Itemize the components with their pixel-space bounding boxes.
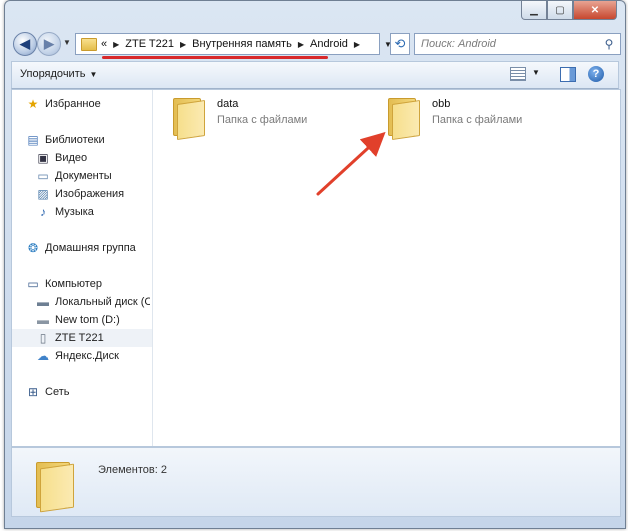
breadcrumb-item-device[interactable]: ZTE T221 [125,38,174,50]
address-bar[interactable]: « ▶ ZTE T221 ▶ Внутренняя память ▶ Andro… [75,33,380,55]
close-icon: ✕ [590,4,600,16]
item-count: Элементов: 2 [98,464,167,476]
refresh-button[interactable]: ⟲ [390,33,410,55]
sidebar-item-label: Видео [55,152,88,164]
sidebar-item-local-disk-c[interactable]: ▬ Локальный диск (C [36,293,150,311]
chevron-right-icon[interactable]: ▶ [354,40,360,49]
libraries-icon: ▤ [27,133,39,147]
explorer-window: ▁ ▢ ✕ ◀ ▶ ▼ « ▶ ZTE T221 ▶ Внутренняя па… [4,0,626,529]
address-highlight-underline [102,56,328,59]
minimize-icon: ▁ [530,4,538,16]
view-options-dropdown[interactable]: ▼ [532,68,540,77]
chevron-right-icon[interactable]: ▶ [113,40,119,49]
search-icon[interactable]: ⚲ [601,36,617,52]
refresh-icon: ⟲ [394,36,406,51]
chevron-right-icon[interactable]: ▶ [180,40,186,49]
folder-icon [386,96,420,140]
pictures-icon: ▨ [37,187,49,201]
chevron-right-icon[interactable]: ▶ [298,40,304,49]
navigation-bar: ◀ ▶ ▼ « ▶ ZTE T221 ▶ Внутренняя память ▶… [11,31,621,57]
sidebar-item-network[interactable]: ⊞ Сеть [26,383,150,401]
file-item-data[interactable]: data Папка с файлами [171,96,307,146]
network-icon: ⊞ [27,385,39,399]
sidebar-item-label: Компьютер [45,278,102,290]
folder-icon [171,96,205,140]
back-button[interactable]: ◀ [13,32,37,56]
sidebar-item-libraries[interactable]: ▤ Библиотеки [26,131,150,149]
file-type: Папка с файлами [432,114,523,126]
breadcrumb-item-internal-memory[interactable]: Внутренняя память [192,38,292,50]
sidebar-item-label: New tom (D:) [55,314,120,326]
folder-icon [34,460,88,513]
sidebar-item-documents[interactable]: ▭ Документы [36,167,150,185]
documents-icon: ▭ [37,169,49,183]
sidebar-item-label: Домашняя группа [45,242,136,254]
maximize-button[interactable]: ▢ [547,1,573,20]
phone-icon: ▯ [39,331,47,345]
folder-icon [81,37,97,51]
music-icon: ♪ [40,205,46,219]
sidebar-item-computer[interactable]: ▭ Компьютер [26,275,150,293]
sidebar-item-label: Сеть [45,386,70,398]
organize-button[interactable]: Упорядочить ▼ [20,68,97,80]
forward-arrow-icon: ▶ [44,36,54,51]
maximize-icon: ▢ [555,4,565,16]
sidebar-item-favorites[interactable]: ★ Избранное [26,95,150,113]
file-name: obb [432,98,451,110]
sidebar-item-label: Яндекс.Диск [55,350,119,362]
forward-button[interactable]: ▶ [37,32,61,56]
content-area: ★ Избранное ▤ Библиотеки ▣ Видео ▭ Докум… [11,89,621,447]
file-list: data Папка с файлами obb Папка с файлами [153,90,620,446]
window-controls: ▁ ▢ ✕ [521,1,617,20]
sidebar-item-video[interactable]: ▣ Видео [36,149,150,167]
sidebar-item-zte-t221[interactable]: ▯ ZTE T221 [12,329,152,347]
drive-icon: ▬ [37,313,49,327]
breadcrumb-item-android[interactable]: Android [310,38,348,50]
file-item-obb[interactable]: obb Папка с файлами [386,96,522,146]
sidebar-item-yandex-disk[interactable]: ☁ Яндекс.Диск [36,347,150,365]
breadcrumb: « ▶ ZTE T221 ▶ Внутренняя память ▶ Andro… [101,38,366,50]
computer-icon: ▭ [27,277,39,291]
sidebar-item-label: ZTE T221 [55,332,104,344]
sidebar-item-pictures[interactable]: ▨ Изображения [36,185,150,203]
yandex-disk-icon: ☁ [37,349,49,363]
sidebar-item-music[interactable]: ♪ Музыка [36,203,150,221]
file-type: Папка с файлами [217,114,308,126]
preview-pane-icon[interactable] [560,67,576,82]
sidebar-item-label: Избранное [45,98,101,110]
navigation-pane: ★ Избранное ▤ Библиотеки ▣ Видео ▭ Докум… [12,90,153,446]
close-button[interactable]: ✕ [573,1,617,20]
sidebar-item-label: Музыка [55,206,94,218]
details-pane: Элементов: 2 [11,447,621,517]
organize-label: Упорядочить [20,68,86,80]
file-name: data [217,98,239,110]
help-icon[interactable]: ? [588,66,604,82]
sidebar-item-homegroup[interactable]: ❂ Домашняя группа [26,239,150,257]
local-disk-icon: ▬ [37,295,49,309]
star-icon: ★ [27,97,39,111]
command-bar: Упорядочить ▼ ▼ ? [11,61,619,89]
search-input[interactable]: Поиск: Android [421,38,601,50]
sidebar-item-new-tom-d[interactable]: ▬ New tom (D:) [36,311,150,329]
search-box[interactable]: Поиск: Android ⚲ [414,33,621,55]
sidebar-item-label: Библиотеки [45,134,105,146]
change-view-icon[interactable] [510,67,526,81]
homegroup-icon: ❂ [27,241,39,255]
back-arrow-icon: ◀ [20,36,30,51]
minimize-button[interactable]: ▁ [521,1,547,20]
sidebar-item-label: Документы [55,170,112,182]
sidebar-item-label: Изображения [55,188,125,200]
chevron-down-icon: ▼ [89,70,98,79]
history-dropdown[interactable]: ▼ [63,38,71,47]
breadcrumb-overflow[interactable]: « [101,38,107,50]
video-icon: ▣ [37,151,49,165]
sidebar-item-label: Локальный диск (C [55,296,150,308]
